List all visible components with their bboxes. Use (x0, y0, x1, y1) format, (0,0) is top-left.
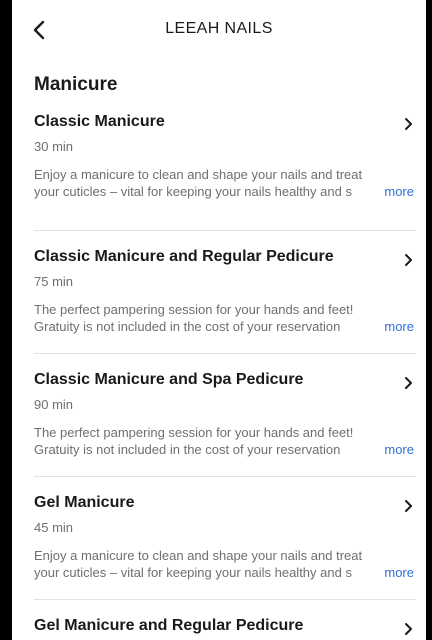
service-item[interactable]: Classic Manicure 30 min Enjoy a manicure… (34, 108, 416, 231)
chevron-right-icon (405, 623, 412, 635)
header: LEEAH NAILS (12, 0, 426, 62)
service-item[interactable]: Classic Manicure and Regular Pedicure 75… (34, 231, 416, 354)
service-name: Classic Manicure (34, 113, 165, 130)
more-link[interactable]: more (382, 183, 414, 200)
service-item[interactable]: Classic Manicure and Spa Pedicure 90 min… (34, 354, 416, 477)
service-name: Classic Manicure and Spa Pedicure (34, 371, 304, 388)
service-duration: 90 min (34, 397, 74, 412)
service-duration: 45 min (34, 520, 74, 535)
service-name: Classic Manicure and Regular Pedicure (34, 248, 334, 265)
chevron-right-icon (405, 254, 412, 266)
more-link[interactable]: more (382, 441, 414, 458)
service-name: Gel Manicure and Regular Pedicure (34, 617, 304, 634)
app-screen: LEEAH NAILS Manicure Classic Manicure 30… (12, 0, 426, 640)
service-description: Enjoy a manicure to clean and shape your… (34, 166, 414, 200)
service-description-text: Enjoy a manicure to clean and shape your… (34, 548, 363, 580)
service-duration: 30 min (34, 139, 74, 154)
service-duration: 75 min (34, 274, 74, 289)
service-list: Classic Manicure 30 min Enjoy a manicure… (12, 108, 426, 640)
page-title: LEEAH NAILS (165, 20, 273, 37)
service-item[interactable]: Gel Manicure 45 min Enjoy a manicure to … (34, 477, 416, 600)
service-item[interactable]: Gel Manicure and Regular Pedicure (34, 600, 416, 640)
service-description-text: The perfect pampering session for your h… (34, 425, 354, 457)
chevron-right-icon (405, 118, 412, 130)
service-description-text: Enjoy a manicure to clean and shape your… (34, 167, 363, 199)
more-link[interactable]: more (382, 318, 414, 335)
service-description: The perfect pampering session for your h… (34, 301, 414, 335)
service-description-text: The perfect pampering session for your h… (34, 302, 354, 334)
section-title: Manicure (34, 74, 118, 95)
chevron-right-icon (405, 377, 412, 389)
service-description: The perfect pampering session for your h… (34, 424, 414, 458)
chevron-right-icon (405, 500, 412, 512)
more-link[interactable]: more (382, 564, 414, 581)
service-name: Gel Manicure (34, 494, 135, 511)
service-description: Enjoy a manicure to clean and shape your… (34, 547, 414, 581)
